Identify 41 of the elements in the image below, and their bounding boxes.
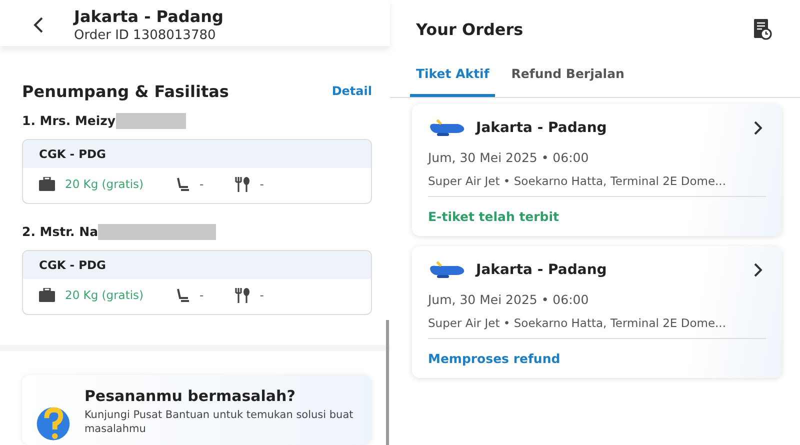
passenger-name: 2. Mstr. Na <box>22 224 98 240</box>
cutlery-icon <box>234 176 250 192</box>
meal-value: - <box>260 177 264 192</box>
trip-title: Jakarta - Padang <box>74 6 224 26</box>
tab[interactable]: Tiket Aktif <box>410 62 496 97</box>
route-title: Jakarta - Padang <box>476 262 608 278</box>
order-card[interactable]: Jakarta - Padang Jum, 30 Mei 2025 • 06:00 Super Air Jet • Soekarno Hatta, Terminal 2E Dome... Memproses refund <box>412 246 782 378</box>
chevron-right-icon <box>754 263 762 277</box>
section-title: Penumpang & Fasilitas <box>22 82 229 101</box>
route-title: Jakarta - Padang <box>476 120 608 136</box>
baggage-allowance: 20 Kg (gratis) <box>65 177 144 192</box>
seat-icon <box>176 176 190 192</box>
airplane-icon <box>428 260 466 280</box>
meal-value: - <box>260 288 264 302</box>
departure-date: Jum, 30 Mei 2025 • 06:00 <box>428 292 590 307</box>
seat-value: - <box>200 177 204 192</box>
order-status: Memproses refund <box>428 351 562 366</box>
tab[interactable]: Refund Berjalan <box>505 62 630 97</box>
help-title: Pesananmu bermasalah? <box>84 387 296 405</box>
route-label: CGK - PDG <box>23 250 371 279</box>
help-card[interactable]: Pesananmu bermasalah? Kunjungi Pusat Bantuan untuk temukan solusi buat masalahmu <box>22 375 372 445</box>
airplane-icon <box>428 118 466 138</box>
baggage-allowance: 20 Kg (gratis) <box>65 288 144 302</box>
passenger-name: 1. Mrs. Meizy <box>22 113 116 128</box>
order-card[interactable]: Jakarta - Padang Jum, 30 Mei 2025 • 06:00 Super Air Jet • Soekarno Hatta, Terminal 2E Dome... E-tiket telah terbit <box>412 104 782 236</box>
order-status: E-tiket telah terbit <box>428 209 560 224</box>
route-label: CGK - PDG <box>23 140 371 168</box>
receipt-clock-icon[interactable] <box>752 18 772 40</box>
seat-value: - <box>200 288 204 302</box>
help-text: Kunjungi Pusat Bantuan untuk temukan solusi buat masalahmu <box>84 409 354 436</box>
page-title: Your Orders <box>416 20 524 38</box>
cutlery-icon <box>234 288 250 303</box>
order-id: Order ID 1308013780 <box>74 28 217 43</box>
departure-date: Jum, 30 Mei 2025 • 06:00 <box>428 150 590 165</box>
chevron-right-icon <box>754 121 762 135</box>
flight-details: Super Air Jet • Soekarno Hatta, Terminal 2E Dome... <box>428 316 727 330</box>
flight-details: Super Air Jet • Soekarno Hatta, Terminal 2E Dome... <box>428 174 727 188</box>
seat-icon <box>176 288 190 303</box>
luggage-icon <box>39 288 55 302</box>
detail-link[interactable]: Detail <box>332 84 372 98</box>
luggage-icon <box>39 177 55 192</box>
